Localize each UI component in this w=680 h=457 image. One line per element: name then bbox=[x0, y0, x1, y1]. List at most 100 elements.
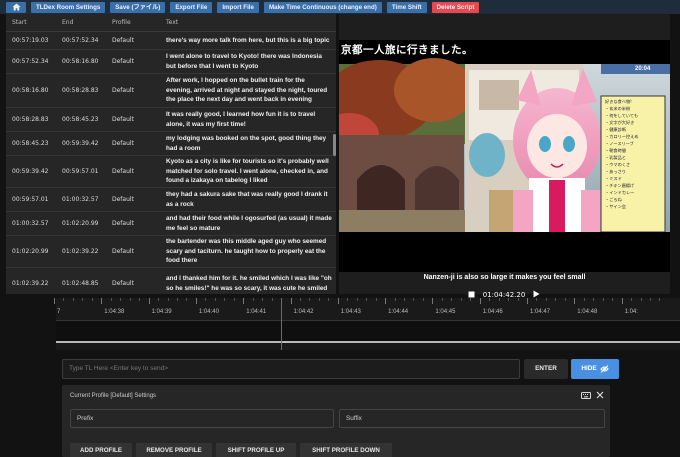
shift-profile-down-button[interactable]: SHIFT PROFILE DOWN bbox=[300, 443, 392, 457]
timeline-minor-tick bbox=[214, 298, 216, 301]
save-button[interactable]: Save (ファイル) bbox=[110, 1, 166, 13]
timeline-tick-label: 1:04:47 bbox=[530, 309, 551, 315]
keyboard-icon[interactable] bbox=[581, 391, 591, 399]
timeline-tick bbox=[195, 298, 197, 304]
table-row[interactable]: 00:58:28.83 00:58:45.23 Default It was r… bbox=[6, 108, 336, 132]
timeline-minor-tick bbox=[593, 298, 595, 301]
sign-line: ・ノースリーブ bbox=[605, 141, 634, 146]
timeline[interactable]: 7 1:04:38 1:04:39 1:04:40 1:04:41 1:04:42 1:04… bbox=[54, 298, 680, 350]
table-scrollbar[interactable] bbox=[333, 134, 336, 156]
cell-text: After work, I hopped on the bullet train… bbox=[166, 76, 328, 104]
prefix-field[interactable]: Prefix bbox=[70, 409, 334, 428]
timeline-tick-label: 1:04:40 bbox=[198, 309, 219, 315]
settings-title: Current Profile [Default] Settings bbox=[70, 393, 157, 399]
table-row[interactable]: 00:59:57.01 01:00:32.57 Default they had… bbox=[6, 188, 336, 212]
table-row[interactable]: 00:59:39.42 00:59:57.01 Default Kyoto as… bbox=[6, 156, 336, 188]
cell-profile: Default bbox=[112, 168, 134, 175]
sign-line: 好きな食べ物! bbox=[605, 99, 632, 104]
cell-profile: Default bbox=[112, 87, 134, 94]
translation-input[interactable]: Type TL Here <Enter key to send> bbox=[62, 359, 520, 379]
timeline-minor-tick bbox=[271, 298, 273, 301]
timeline-minor-tick bbox=[612, 298, 614, 301]
timeline-minor-tick bbox=[536, 298, 538, 301]
cell-profile: Default bbox=[112, 116, 134, 123]
close-icon[interactable] bbox=[596, 391, 604, 399]
timeline-minor-tick bbox=[262, 298, 264, 301]
sign-line: ・朝食時間 bbox=[605, 148, 626, 153]
suffix-field[interactable]: Suffix bbox=[339, 409, 605, 428]
delete-script-button[interactable]: Delete Script bbox=[431, 1, 480, 13]
cell-start: 01:00:32.57 bbox=[12, 220, 49, 227]
sign-line: ・インドカレー bbox=[605, 190, 635, 195]
timeline-minor-tick bbox=[176, 298, 178, 301]
cell-profile: Default bbox=[112, 58, 134, 65]
time-shift-button[interactable]: Time Shift bbox=[386, 1, 427, 13]
timeline-tick-label: 1:04:46 bbox=[482, 309, 503, 315]
timeline-track[interactable] bbox=[56, 320, 680, 343]
timeline-tick-label: 1:04:39 bbox=[151, 309, 172, 315]
cell-end: 01:02:20.99 bbox=[62, 220, 99, 227]
cell-start: 01:02:39.22 bbox=[12, 280, 49, 287]
home-button[interactable] bbox=[6, 1, 26, 13]
cell-start: 00:57:52.34 bbox=[12, 58, 49, 65]
timeline-minor-tick bbox=[347, 298, 349, 301]
timeline-tick-label: 1:04:38 bbox=[104, 309, 125, 315]
cell-end: 00:58:45.23 bbox=[62, 116, 99, 123]
toolbar: TLDex Room Settings Save (ファイル) Export F… bbox=[0, 0, 680, 14]
header-text[interactable]: Text bbox=[160, 19, 336, 26]
sign-line: ・サイン会 bbox=[605, 204, 626, 209]
cell-text: there's way more talk from here, but thi… bbox=[166, 36, 330, 44]
table-row[interactable]: 00:58:16.80 00:58:28.83 Default After wo… bbox=[6, 74, 336, 108]
shift-profile-up-button[interactable]: SHIFT PROFILE UP bbox=[216, 443, 296, 457]
sign-line: ・玄米の米粉 bbox=[605, 106, 631, 111]
timeline-minor-tick bbox=[63, 298, 65, 301]
video-player[interactable]: 京都一人旅に行きました。 20:04 好きな食べ物! ・玄米の米粉 ・何をしてい… bbox=[339, 40, 670, 272]
timeline-tick-label: 1:04: bbox=[624, 309, 638, 315]
import-file-button[interactable]: Import File bbox=[217, 1, 259, 13]
sign-line: ・健康診断 bbox=[605, 127, 626, 132]
timeline-minor-tick bbox=[375, 298, 377, 301]
timeline-minor-tick bbox=[394, 298, 396, 301]
timeline-minor-tick bbox=[602, 298, 604, 301]
tldex-room-settings-button[interactable]: TLDex Room Settings bbox=[31, 1, 106, 13]
timeline-minor-tick bbox=[167, 298, 169, 301]
video-overlay-time: 20:04 bbox=[635, 66, 651, 72]
cell-text: my lodging was booked on the spot, good … bbox=[166, 134, 327, 152]
remove-profile-button[interactable]: REMOVE PROFILE bbox=[136, 443, 212, 457]
timeline-tick-label: 1:04:45 bbox=[435, 309, 456, 315]
table-row[interactable]: 01:02:39.22 01:02:48.85 Default and I th… bbox=[6, 268, 336, 294]
sign-line: ・カロリー控えめ bbox=[605, 134, 639, 139]
timeline-minor-tick bbox=[640, 298, 642, 301]
export-file-button[interactable]: Export File bbox=[170, 1, 213, 13]
timeline-tick bbox=[574, 298, 576, 304]
cell-text: Kyoto as a city is like for tourists so … bbox=[166, 157, 329, 185]
table-row[interactable]: 00:57:52.34 00:58:16.80 Default I went a… bbox=[6, 50, 336, 74]
cell-start: 00:57:19.03 bbox=[12, 37, 49, 44]
header-end[interactable]: End bbox=[56, 19, 106, 26]
table-row[interactable]: 00:57:19.03 00:57:52.34 Default there's … bbox=[6, 32, 336, 50]
video-pane: 京都一人旅に行きました。 20:04 好きな食べ物! ・玄米の米粉 ・何をしてい… bbox=[339, 14, 670, 299]
timeline-minor-tick bbox=[110, 298, 112, 301]
timeline-minor-tick bbox=[356, 298, 358, 301]
make-time-continuous-button[interactable]: Make Time Continuous (change end) bbox=[263, 1, 382, 13]
table-row[interactable]: 01:00:32.57 01:02:20.99 Default and had … bbox=[6, 212, 336, 236]
header-start[interactable]: Start bbox=[6, 19, 56, 26]
timeline-tick bbox=[148, 298, 150, 304]
table-row[interactable]: 01:02:20.99 01:02:39.22 Default the bart… bbox=[6, 236, 336, 268]
table-row[interactable]: 00:58:45.23 00:59:39.42 Default my lodgi… bbox=[6, 132, 336, 156]
timeline-minor-tick bbox=[404, 298, 406, 301]
timeline-minor-tick bbox=[120, 298, 122, 301]
timeline-minor-tick bbox=[583, 298, 585, 301]
sign-line: ・何をしていても bbox=[605, 113, 639, 118]
enter-button[interactable]: ENTER bbox=[524, 359, 568, 379]
sign-line: ・あっさり bbox=[605, 169, 626, 174]
hide-button[interactable]: HIDE bbox=[571, 359, 619, 379]
header-profile[interactable]: Profile bbox=[106, 19, 160, 26]
timeline-minor-tick bbox=[233, 298, 235, 301]
sign-line: ・ごろね bbox=[605, 197, 622, 202]
add-profile-button[interactable]: ADD PROFILE bbox=[70, 443, 132, 457]
timeline-playhead[interactable] bbox=[281, 298, 282, 350]
timeline-tick bbox=[432, 298, 434, 304]
timeline-tick bbox=[479, 298, 481, 304]
sign-line: ・チキン唐揚げ bbox=[605, 183, 635, 188]
